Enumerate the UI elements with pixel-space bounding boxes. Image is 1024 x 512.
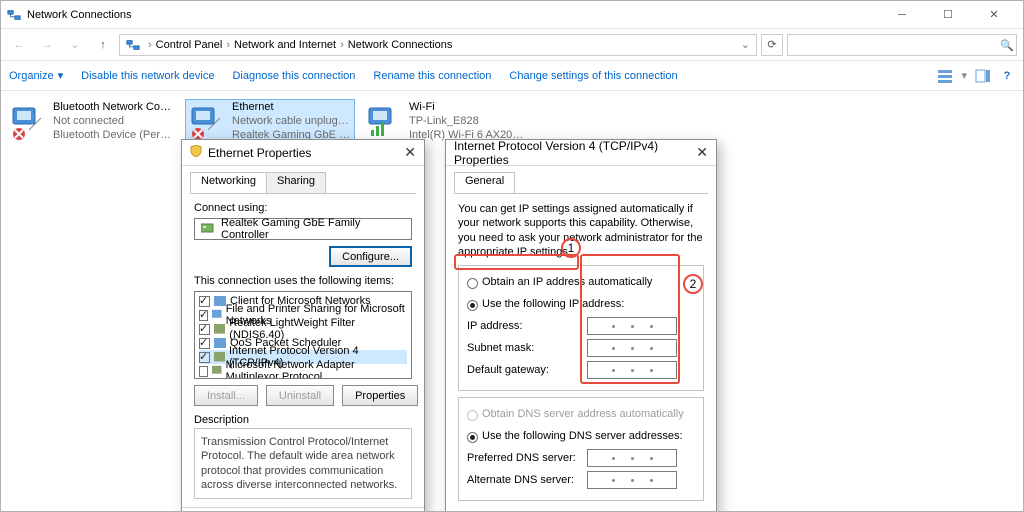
bluetooth-icon bbox=[11, 104, 47, 140]
radio-obtain-dns: Obtain DNS server address automatically bbox=[467, 404, 695, 424]
titlebar: Network Connections ─ ☐ ✕ bbox=[1, 1, 1023, 29]
dialog-title: Ethernet Properties bbox=[208, 146, 311, 160]
shield-icon bbox=[190, 145, 202, 160]
mux-icon bbox=[212, 365, 222, 377]
gateway-label: Default gateway: bbox=[467, 364, 587, 376]
maximize-button[interactable]: ☐ bbox=[925, 1, 971, 29]
network-icon bbox=[126, 38, 140, 52]
checkbox[interactable] bbox=[199, 296, 210, 307]
adapter-combo[interactable]: Realtek Gaming GbE Family Controller bbox=[194, 218, 412, 240]
refresh-button[interactable]: ⟳ bbox=[761, 34, 783, 56]
checkbox[interactable] bbox=[199, 310, 208, 321]
items-label: This connection uses the following items… bbox=[194, 275, 412, 287]
search-input[interactable]: 🔍 bbox=[787, 34, 1017, 56]
connection-status: Network cable unplugged bbox=[232, 115, 350, 129]
checkbox[interactable] bbox=[199, 352, 210, 363]
items-listbox[interactable]: Client for Microsoft Networks File and P… bbox=[194, 291, 412, 379]
change-settings[interactable]: Change settings of this connection bbox=[509, 70, 677, 82]
organize-menu[interactable]: Organize ▾ bbox=[9, 69, 63, 82]
forward-button: → bbox=[35, 33, 59, 57]
address-row: ← → ⌄ ↑ › Control Panel › Network and In… bbox=[1, 29, 1023, 61]
radio-use-dns[interactable]: Use the following DNS server addresses: bbox=[467, 426, 695, 446]
wifi-icon bbox=[367, 104, 403, 140]
install-button[interactable]: Install... bbox=[194, 385, 258, 406]
tab-sharing[interactable]: Sharing bbox=[266, 172, 326, 193]
window-title: Network Connections bbox=[27, 9, 879, 21]
uninstall-button[interactable]: Uninstall bbox=[266, 385, 334, 406]
radio-use-ip[interactable]: Use the following IP address: bbox=[467, 294, 695, 314]
tab-general[interactable]: General bbox=[454, 172, 515, 193]
properties-button[interactable]: Properties bbox=[342, 385, 418, 406]
client-icon bbox=[214, 295, 226, 307]
connection-bluetooth[interactable]: Bluetooth Network Connection Not connect… bbox=[7, 99, 177, 145]
ip-label: IP address: bbox=[467, 320, 587, 332]
up-button[interactable]: ↑ bbox=[91, 33, 115, 57]
connect-using-label: Connect using: bbox=[194, 202, 412, 214]
checkbox[interactable] bbox=[199, 338, 210, 349]
ethernet-icon bbox=[190, 104, 226, 140]
configure-button[interactable]: Configure... bbox=[329, 246, 412, 267]
pdns-input[interactable] bbox=[587, 449, 677, 467]
gateway-input[interactable] bbox=[587, 361, 677, 379]
crumb-network-internet[interactable]: Network and Internet bbox=[234, 39, 336, 51]
view-menu[interactable] bbox=[937, 68, 953, 84]
filter-icon bbox=[214, 323, 226, 335]
breadcrumb-dropdown[interactable]: ⌄ bbox=[741, 38, 750, 51]
pdns-label: Preferred DNS server: bbox=[467, 452, 587, 464]
ip-input[interactable] bbox=[587, 317, 677, 335]
qos-icon bbox=[214, 337, 226, 349]
subnet-input[interactable] bbox=[587, 339, 677, 357]
help-button[interactable]: ? bbox=[999, 68, 1015, 84]
adapter-icon bbox=[201, 222, 215, 237]
ethernet-properties-dialog: Ethernet Properties ✕ Networking Sharing… bbox=[181, 139, 425, 512]
minimize-button[interactable]: ─ bbox=[879, 1, 925, 29]
share-icon bbox=[212, 309, 222, 321]
description-label: Description bbox=[194, 414, 412, 426]
view-dropdown[interactable]: ▾ bbox=[961, 69, 967, 82]
chevron-down-icon: ▾ bbox=[58, 69, 64, 82]
command-bar: Organize ▾ Disable this network device D… bbox=[1, 61, 1023, 91]
dialog-title: Internet Protocol Version 4 (TCP/IPv4) P… bbox=[454, 139, 696, 167]
connection-status: TP-Link_E828 bbox=[409, 115, 529, 129]
connection-status: Not connected bbox=[53, 115, 173, 129]
recent-locations[interactable]: ⌄ bbox=[63, 33, 87, 57]
rename-connection[interactable]: Rename this connection bbox=[373, 70, 491, 82]
connection-name: Wi-Fi bbox=[409, 101, 529, 115]
subnet-label: Subnet mask: bbox=[467, 342, 587, 354]
crumb-control-panel[interactable]: Control Panel bbox=[156, 39, 223, 51]
connection-device: Bluetooth Device (Personal Area ... bbox=[53, 129, 173, 143]
ipv4-icon bbox=[214, 351, 225, 363]
close-icon[interactable]: ✕ bbox=[696, 144, 708, 161]
connection-name: Bluetooth Network Connection bbox=[53, 101, 173, 115]
disable-device[interactable]: Disable this network device bbox=[81, 70, 214, 82]
description-text: Transmission Control Protocol/Internet P… bbox=[194, 428, 412, 499]
diagnose-connection[interactable]: Diagnose this connection bbox=[232, 70, 355, 82]
list-item: Microsoft Network Adapter Multiplexor Pr… bbox=[226, 359, 407, 379]
connection-name: Ethernet bbox=[232, 101, 350, 115]
radio-obtain-ip[interactable]: Obtain an IP address automatically bbox=[467, 272, 695, 292]
dialog-titlebar[interactable]: Ethernet Properties ✕ bbox=[182, 140, 424, 166]
network-icon bbox=[7, 8, 21, 22]
close-button[interactable]: ✕ bbox=[971, 1, 1017, 29]
dialog-titlebar[interactable]: Internet Protocol Version 4 (TCP/IPv4) P… bbox=[446, 140, 716, 166]
search-icon: 🔍 bbox=[1000, 39, 1012, 51]
close-icon[interactable]: ✕ bbox=[404, 144, 416, 161]
adns-label: Alternate DNS server: bbox=[467, 474, 587, 486]
ipv4-properties-dialog: Internet Protocol Version 4 (TCP/IPv4) P… bbox=[445, 139, 717, 512]
intro-text: You can get IP settings assigned automat… bbox=[458, 202, 704, 259]
crumb-network-connections[interactable]: Network Connections bbox=[348, 39, 453, 51]
back-button[interactable]: ← bbox=[7, 33, 31, 57]
checkbox[interactable] bbox=[199, 366, 208, 377]
checkbox[interactable] bbox=[199, 324, 210, 335]
adapter-name: Realtek Gaming GbE Family Controller bbox=[221, 217, 405, 241]
adns-input[interactable] bbox=[587, 471, 677, 489]
preview-pane-toggle[interactable] bbox=[975, 68, 991, 84]
tab-networking[interactable]: Networking bbox=[190, 172, 267, 193]
breadcrumb[interactable]: › Control Panel › Network and Internet ›… bbox=[119, 34, 757, 56]
